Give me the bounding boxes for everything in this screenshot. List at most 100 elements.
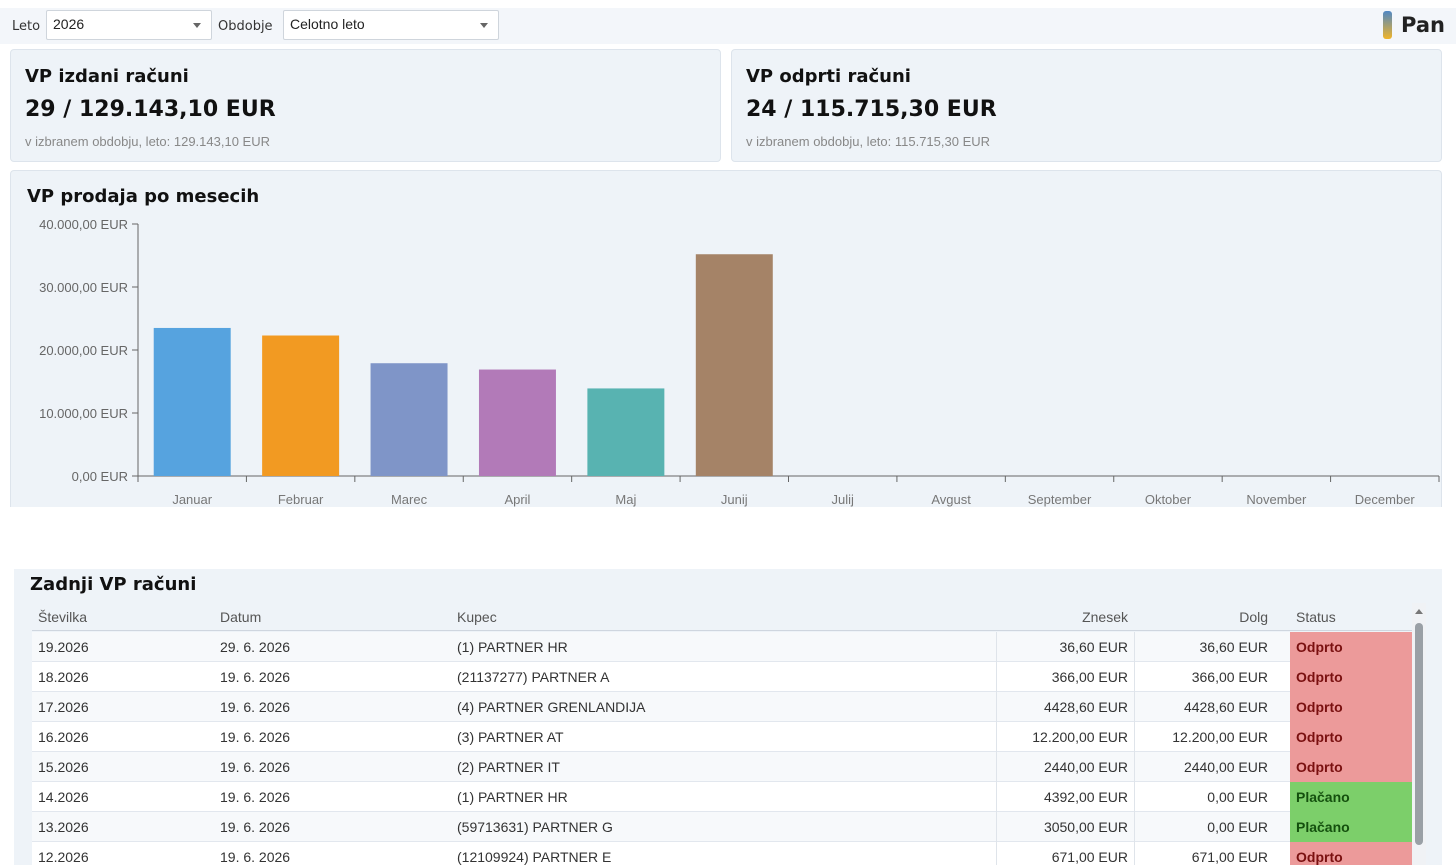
card-title: VP odprti računi	[746, 66, 911, 87]
column-header-status[interactable]: Status	[1296, 609, 1336, 625]
x-tick-label: Maj	[615, 492, 636, 507]
period-select[interactable]: Celotno leto	[283, 10, 499, 40]
period-select-value: Celotno leto	[290, 16, 365, 32]
cell-date: 19. 6. 2026	[220, 819, 291, 835]
brand-text: Pan	[1401, 13, 1445, 37]
chevron-down-icon	[193, 23, 201, 28]
cell-number: 19.2026	[38, 639, 89, 655]
status-badge: Plačano	[1290, 782, 1412, 812]
cell-debt: 4428,60 EUR	[1183, 699, 1268, 715]
chart-title: VP prodaja po mesecih	[27, 186, 260, 207]
cell-number: 16.2026	[38, 729, 89, 745]
y-tick-label: 0,00 EUR	[72, 469, 128, 484]
table-row[interactable]: 12.2026 19. 6. 2026 (12109924) PARTNER E 67…	[32, 842, 1412, 865]
card-value: 29 / 129.143,10 EUR	[25, 97, 276, 122]
column-divider	[996, 752, 997, 782]
card-subtitle: v izbranem obdobju, leto: 129.143,10 EUR	[25, 134, 270, 149]
cell-amount: 4428,60 EUR	[1043, 699, 1128, 715]
cell-number: 14.2026	[38, 789, 89, 805]
bar-junij	[695, 254, 773, 476]
x-tick-label: Oktober	[1145, 492, 1192, 507]
year-select-value: 2026	[53, 16, 85, 32]
column-divider	[996, 812, 997, 842]
cell-amount: 36,60 EUR	[1059, 639, 1128, 655]
column-divider	[996, 692, 997, 722]
cell-date: 19. 6. 2026	[220, 729, 291, 745]
cell-date: 19. 6. 2026	[220, 849, 291, 865]
table-scrollbar[interactable]	[1412, 603, 1426, 865]
recent-invoices-panel: Zadnji VP računi Številka Datum Kupec Zn…	[14, 569, 1442, 865]
column-divider	[996, 842, 997, 865]
y-tick-label: 20.000,00 EUR	[39, 343, 128, 358]
cell-number: 17.2026	[38, 699, 89, 715]
cell-debt: 2440,00 EUR	[1183, 759, 1268, 775]
cell-amount: 671,00 EUR	[1051, 849, 1128, 865]
status-badge: Odprto	[1290, 632, 1412, 662]
cell-date: 19. 6. 2026	[220, 759, 291, 775]
bar-februar	[262, 335, 340, 476]
status-badge: Odprto	[1290, 752, 1412, 782]
x-tick-label: December	[1355, 492, 1416, 507]
y-tick-label: 40.000,00 EUR	[39, 217, 128, 232]
column-divider	[996, 662, 997, 692]
cell-debt: 0,00 EUR	[1207, 789, 1268, 805]
cell-debt: 36,60 EUR	[1199, 639, 1268, 655]
cell-number: 15.2026	[38, 759, 89, 775]
column-header-debt[interactable]: Dolg	[1239, 609, 1268, 625]
column-header-customer[interactable]: Kupec	[457, 609, 497, 625]
table-row[interactable]: 15.2026 19. 6. 2026 (2) PARTNER IT 2440,00 …	[32, 752, 1412, 782]
table-row[interactable]: 14.2026 19. 6. 2026 (1) PARTNER HR 4392,00 …	[32, 782, 1412, 812]
cell-debt: 366,00 EUR	[1191, 669, 1268, 685]
table-title: Zadnji VP računi	[30, 574, 197, 595]
table-row[interactable]: 16.2026 19. 6. 2026 (3) PARTNER AT 12.200,0…	[32, 722, 1412, 752]
y-tick-label: 30.000,00 EUR	[39, 280, 128, 295]
table-row[interactable]: 19.2026 29. 6. 2026 (1) PARTNER HR 36,60 EU…	[32, 632, 1412, 662]
column-divider	[1134, 632, 1135, 662]
x-tick-label: Junij	[721, 492, 748, 507]
cell-date: 19. 6. 2026	[220, 789, 291, 805]
y-tick-label: 10.000,00 EUR	[39, 406, 128, 421]
scroll-thumb[interactable]	[1415, 623, 1423, 845]
brand: Pan	[1383, 10, 1445, 40]
cell-customer: (3) PARTNER AT	[457, 729, 564, 745]
x-tick-label: Julij	[832, 492, 855, 507]
cell-number: 18.2026	[38, 669, 89, 685]
status-badge: Plačano	[1290, 812, 1412, 842]
year-select[interactable]: 2026	[46, 10, 212, 40]
filter-bar: Leto 2026 Obdobje Celotno leto Pan	[0, 8, 1456, 44]
cell-date: 19. 6. 2026	[220, 669, 291, 685]
period-label: Obdobje	[218, 19, 273, 34]
column-divider	[996, 782, 997, 812]
bar-april	[478, 369, 556, 476]
x-tick-label: November	[1246, 492, 1307, 507]
cell-amount: 12.200,00 EUR	[1032, 729, 1128, 745]
chevron-down-icon	[480, 23, 488, 28]
cell-date: 19. 6. 2026	[220, 699, 291, 715]
status-badge: Odprto	[1290, 692, 1412, 722]
cell-debt: 0,00 EUR	[1207, 819, 1268, 835]
cell-customer: (1) PARTNER HR	[457, 789, 568, 805]
status-badge: Odprto	[1290, 722, 1412, 752]
status-badge: Odprto	[1290, 662, 1412, 692]
column-header-amount[interactable]: Znesek	[1082, 609, 1128, 625]
monthly-sales-chart-panel: 0,00 EUR 10.000,00 EUR 20.000,00 EUR 30.000…	[10, 170, 1442, 507]
column-divider	[1134, 692, 1135, 722]
x-tick-label: September	[1028, 492, 1092, 507]
table-row[interactable]: 18.2026 19. 6. 2026 (21137277) PARTNER A 36…	[32, 662, 1412, 692]
cell-debt: 12.200,00 EUR	[1172, 729, 1268, 745]
table-header: Številka Datum Kupec Znesek Dolg Status	[32, 601, 1412, 631]
x-tick-label: Januar	[172, 492, 212, 507]
x-tick-label: Februar	[278, 492, 324, 507]
cell-amount: 2440,00 EUR	[1043, 759, 1128, 775]
card-open-invoices: VP odprti računi 24 / 115.715,30 EUR v i…	[731, 49, 1442, 162]
table-row[interactable]: 17.2026 19. 6. 2026 (4) PARTNER GRENLANDIJ…	[32, 692, 1412, 722]
cell-customer: (21137277) PARTNER A	[457, 669, 610, 685]
x-tick-label: Marec	[391, 492, 428, 507]
cell-amount: 366,00 EUR	[1051, 669, 1128, 685]
column-divider	[1134, 812, 1135, 842]
column-header-date[interactable]: Datum	[220, 609, 261, 625]
table-row[interactable]: 13.2026 19. 6. 2026 (59713631) PARTNER G 30…	[32, 812, 1412, 842]
cell-customer: (4) PARTNER GRENLANDIJA	[457, 699, 646, 715]
column-header-number[interactable]: Številka	[38, 609, 87, 625]
scroll-up-icon[interactable]	[1415, 609, 1423, 614]
